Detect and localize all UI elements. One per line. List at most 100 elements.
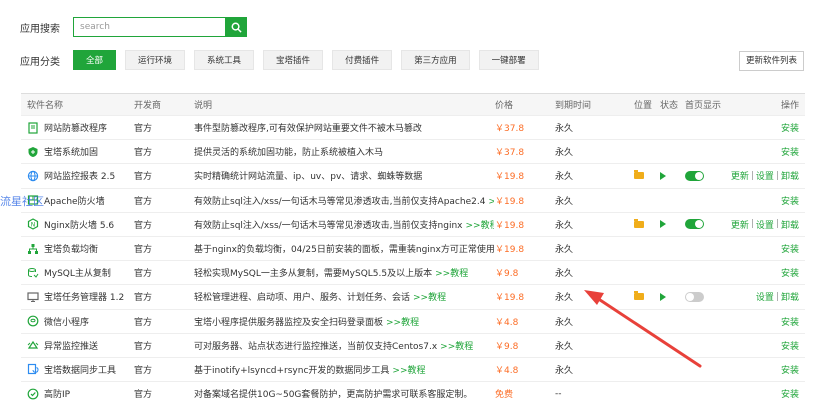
price: ￥19.8 bbox=[495, 293, 525, 304]
tutorial-link[interactable]: >>教程 bbox=[386, 315, 419, 328]
col-status: 状态 bbox=[660, 101, 679, 111]
home-display-toggle[interactable] bbox=[685, 213, 704, 236]
developer: 官方 bbox=[134, 148, 153, 159]
action-link[interactable]: 安装 bbox=[781, 315, 799, 328]
expire-time: 永久 bbox=[555, 172, 574, 183]
action-link[interactable]: 设置 bbox=[756, 169, 774, 182]
action-link[interactable]: 安装 bbox=[781, 363, 799, 376]
tutorial-link[interactable]: >>教程 bbox=[413, 290, 446, 303]
category-runtime[interactable]: 运行环境 bbox=[125, 50, 186, 70]
toggle-switch[interactable] bbox=[685, 291, 704, 302]
shield-doc-icon bbox=[27, 121, 39, 134]
software-name: 微信小程序 bbox=[44, 317, 90, 328]
action-link[interactable]: 安装 bbox=[781, 339, 799, 352]
actions-cell: 安装 bbox=[781, 140, 799, 163]
toggle-switch[interactable] bbox=[685, 170, 704, 181]
description-cell: 可对服务器、站点状态进行监控推送，当前仅支持Centos7.x >>教程 bbox=[194, 334, 494, 357]
tutorial-link[interactable]: >>教程 bbox=[488, 194, 494, 207]
action-link[interactable]: 更新 bbox=[731, 218, 749, 231]
search-button[interactable] bbox=[225, 17, 247, 37]
svg-text:N: N bbox=[31, 222, 36, 229]
price: ￥4.8 bbox=[495, 365, 519, 376]
description: 宝塔小程序提供服务器监控及安全扫码登录面板 bbox=[194, 317, 384, 328]
price: ￥37.8 bbox=[495, 148, 525, 159]
description: 有效防止sql注入/xss/一句话木马等常见渗透攻击,当前仅支持nginx bbox=[194, 220, 463, 231]
category-one-click-deploy[interactable]: 一键部署 bbox=[478, 50, 539, 70]
action-link[interactable]: 卸载 bbox=[781, 218, 799, 231]
table-body: 网站防篡改程序官方 事件型防篡改程序,可有效保护网站重要文件不被木马篡改 ￥37.8… bbox=[21, 116, 805, 402]
developer: 官方 bbox=[134, 293, 153, 304]
developer: 官方 bbox=[134, 390, 153, 401]
action-link[interactable]: 设置 bbox=[756, 218, 774, 231]
table-row: 宝塔任务管理器 1.2 官方 轻松管理进程、启动项、用户、服务、计划任务、会话 >>教… bbox=[21, 285, 805, 310]
action-link[interactable]: 设置 bbox=[756, 290, 774, 303]
category-system-tools[interactable]: 系统工具 bbox=[194, 50, 255, 70]
action-link[interactable]: 安装 bbox=[781, 387, 799, 400]
action-link[interactable]: 卸载 bbox=[781, 169, 799, 182]
price: ￥4.8 bbox=[495, 317, 519, 328]
price: ￥19.8 bbox=[495, 196, 525, 207]
description: 基于nginx的负载均衡，04/25日前安装的面板，需重装nginx方可正常使用 bbox=[194, 245, 494, 256]
table-row: 异常监控推送 官方 可对服务器、站点状态进行监控推送，当前仅支持Centos7.x >… bbox=[21, 334, 805, 358]
expire-time: 永久 bbox=[555, 148, 574, 159]
developer: 官方 bbox=[134, 196, 153, 207]
software-name: 网站防篡改程序 bbox=[44, 124, 108, 135]
action-link[interactable]: 卸载 bbox=[781, 290, 799, 303]
table-row: 宝塔数据同步工具 官方 基于inotify+lsyncd+rsync开发的数据同步工… bbox=[21, 358, 805, 383]
software-name: 宝塔数据同步工具 bbox=[44, 365, 117, 376]
table-row: Apache防火墙 官方 有效防止sql注入/xss/一句话木马等常见渗透攻击,当前… bbox=[21, 189, 805, 213]
play-icon bbox=[660, 292, 666, 301]
action-separator: | bbox=[775, 219, 779, 230]
update-software-list-button[interactable]: 更新软件列表 bbox=[738, 51, 804, 71]
col-developer: 开发商 bbox=[134, 101, 162, 111]
home-display-toggle[interactable] bbox=[685, 164, 704, 187]
developer: 官方 bbox=[134, 269, 153, 280]
expire-time: 永久 bbox=[555, 220, 574, 231]
open-folder-button[interactable] bbox=[634, 213, 644, 236]
table-row: 宝塔负载均衡 官方 基于nginx的负载均衡，04/25日前安装的面板，需重装ngi… bbox=[21, 237, 805, 262]
category-third-party[interactable]: 第三方应用 bbox=[401, 50, 470, 70]
action-link[interactable]: 安装 bbox=[781, 266, 799, 279]
price: ￥9.8 bbox=[495, 269, 519, 280]
actions-cell: 安装 bbox=[781, 310, 799, 333]
category-all[interactable]: 全部 bbox=[73, 50, 117, 70]
tutorial-link[interactable]: >>教程 bbox=[392, 363, 425, 376]
actions-cell: 更新 | 设置 | 卸载 bbox=[731, 213, 799, 236]
action-link[interactable]: 安装 bbox=[781, 145, 799, 158]
col-home-display: 首页显示 bbox=[685, 101, 722, 111]
description-cell: 宝塔小程序提供服务器监控及安全扫码登录面板 >>教程 bbox=[194, 310, 494, 333]
description: 事件型防篡改程序,可有效保护网站重要文件不被木马篡改 bbox=[194, 124, 422, 135]
expire-time: 永久 bbox=[555, 245, 574, 256]
col-name: 软件名称 bbox=[27, 101, 64, 111]
price: ￥37.8 bbox=[495, 124, 525, 135]
software-name: MySQL主从复制 bbox=[44, 269, 111, 280]
tutorial-link[interactable]: >>教程 bbox=[435, 266, 468, 279]
action-link[interactable]: 安装 bbox=[781, 242, 799, 255]
actions-cell: 安装 bbox=[781, 382, 799, 402]
open-folder-button[interactable] bbox=[634, 285, 644, 308]
watermark: 流星社区 bbox=[0, 195, 44, 208]
action-separator: | bbox=[775, 170, 779, 181]
action-link[interactable]: 安装 bbox=[781, 194, 799, 207]
search-input[interactable]: search bbox=[73, 17, 225, 37]
actions-cell: 更新 | 设置 | 卸载 bbox=[731, 164, 799, 187]
tutorial-link[interactable]: >>教程 bbox=[440, 339, 473, 352]
action-link[interactable]: 更新 bbox=[731, 169, 749, 182]
actions-cell: 安装 bbox=[781, 261, 799, 284]
home-display-toggle[interactable] bbox=[685, 285, 704, 308]
category-bt-plugins[interactable]: 宝塔插件 bbox=[263, 50, 324, 70]
actions-cell: 安装 bbox=[781, 116, 799, 139]
description-cell: 基于inotify+lsyncd+rsync开发的数据同步工具 >>教程 bbox=[194, 358, 494, 381]
bell-icon bbox=[27, 339, 39, 351]
open-folder-button[interactable] bbox=[634, 164, 644, 187]
developer: 官方 bbox=[134, 341, 153, 352]
software-name-cell: N Nginx防火墙 5.6 bbox=[27, 213, 127, 236]
col-actions: 操作 bbox=[780, 101, 799, 111]
tutorial-link[interactable]: >>教程 bbox=[465, 218, 494, 231]
software-name: 异常监控推送 bbox=[44, 341, 99, 352]
software-name: Nginx防火墙 5.6 bbox=[44, 220, 115, 231]
action-link[interactable]: 安装 bbox=[781, 121, 799, 134]
col-description: 说明 bbox=[194, 101, 213, 111]
category-paid-plugins[interactable]: 付费插件 bbox=[332, 50, 393, 70]
toggle-switch[interactable] bbox=[685, 219, 704, 230]
